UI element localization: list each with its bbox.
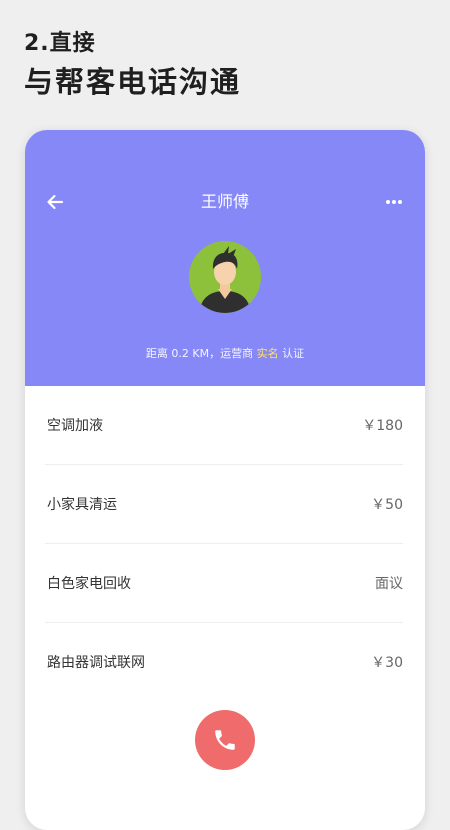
- back-button[interactable]: [43, 190, 67, 214]
- page-title: 王师傅: [200, 192, 249, 211]
- avatar: [189, 241, 261, 313]
- phone-icon: [215, 730, 235, 750]
- service-row[interactable]: 白色家电回收 面议: [45, 544, 403, 623]
- service-price: ￥50: [371, 497, 403, 513]
- distance-text: 距离 0.2 KM，运营商: [145, 347, 257, 360]
- service-price: ￥30: [371, 655, 403, 671]
- verified-highlight: 实名: [256, 347, 279, 360]
- call-button[interactable]: [195, 710, 255, 770]
- caption: 2.直接 与帮客电话沟通: [24, 30, 241, 102]
- distance-info: 距离 0.2 KM，运营商 实名 认证: [25, 346, 425, 362]
- service-name: 小家具清运: [47, 497, 117, 513]
- service-name: 空调加液: [47, 418, 103, 434]
- profile-header: 王师傅 距离 0.2 KM，运营商 实名 认证: [25, 130, 425, 386]
- arrow-left-icon: [47, 194, 64, 210]
- service-row[interactable]: 小家具清运 ￥50: [45, 465, 403, 544]
- service-list: 空调加液 ￥180 小家具清运 ￥50 白色家电回收 面议 路由器调试联网 ￥3…: [45, 386, 403, 701]
- service-price: 面议: [375, 576, 403, 592]
- service-name: 白色家电回收: [47, 576, 131, 592]
- service-row[interactable]: 路由器调试联网 ￥30: [45, 623, 403, 701]
- certified-text: 认证: [278, 347, 305, 360]
- more-button[interactable]: [381, 190, 407, 214]
- caption-headline: 与帮客电话沟通: [24, 65, 242, 99]
- service-name: 路由器调试联网: [47, 655, 145, 671]
- person-avatar-icon: [189, 241, 261, 313]
- caption-step: 2.直接: [24, 31, 96, 56]
- more-dots-icon: [386, 200, 402, 204]
- service-row[interactable]: 空调加液 ￥180: [45, 386, 403, 465]
- service-price: ￥180: [362, 418, 403, 434]
- phone-screen: 王师傅 距离 0.2 KM，运营商 实名 认证 空调加液 ￥180 小家具清运 …: [25, 130, 425, 830]
